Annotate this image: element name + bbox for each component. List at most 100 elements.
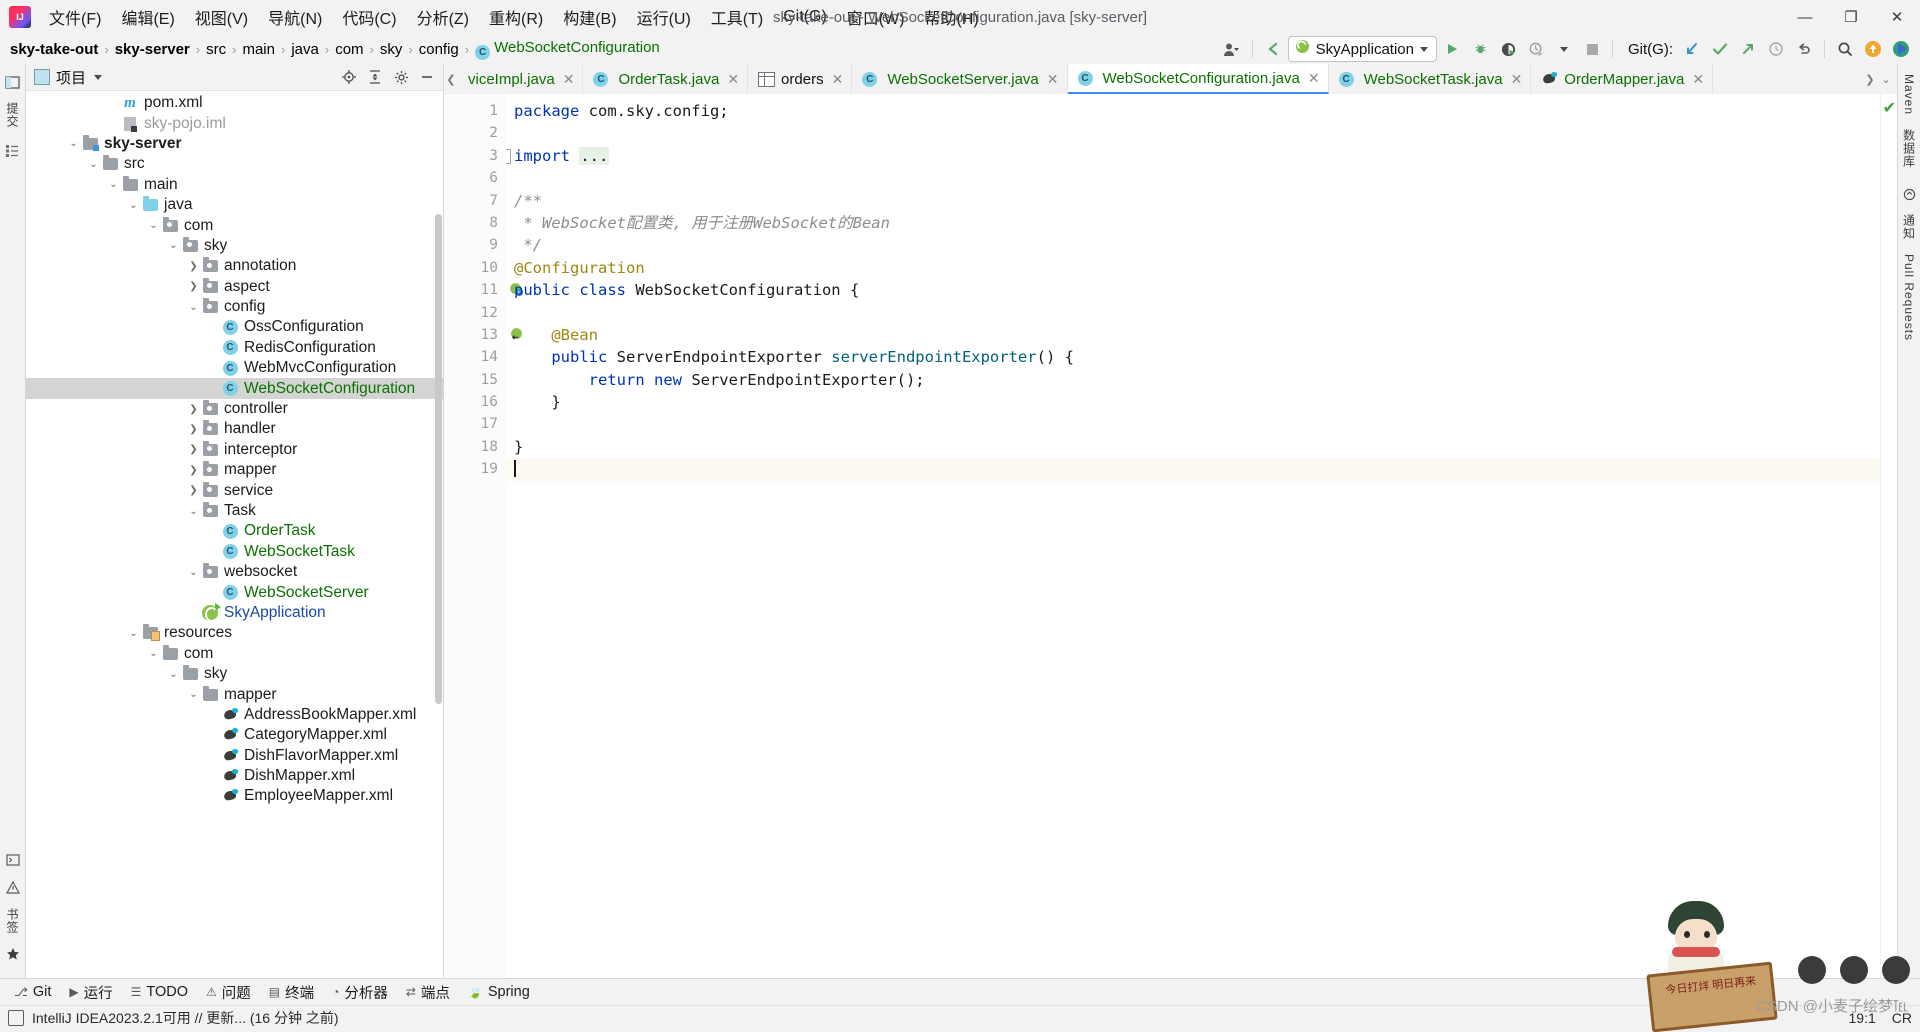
tree-item[interactable]: ⌄ sky (26, 236, 443, 256)
line-number[interactable]: 16 (444, 391, 506, 413)
chevron-down-icon[interactable]: ⌄ (166, 236, 181, 256)
stop-button[interactable] (1579, 37, 1605, 61)
bottom-tool-Git[interactable]: ⎇ Git (6, 982, 59, 1002)
chevron-right-icon[interactable]: ❯ (186, 399, 201, 419)
rollback-icon[interactable] (1791, 37, 1817, 61)
menu-item-help[interactable]: 帮助(H) (915, 0, 989, 34)
code-line[interactable]: } (506, 391, 1897, 413)
structure-tool-icon[interactable] (2, 138, 23, 162)
breadcrumb-item-class[interactable]: C WebSocketConfiguration (471, 38, 664, 61)
rail-label-bookmarks[interactable]: 书签 (4, 908, 21, 934)
editor-tab[interactable]: C WebSocketServer.java ✕ (852, 64, 1068, 94)
menu-item-navigate[interactable]: 导航(N) (258, 0, 332, 34)
terminal-rail-icon[interactable] (2, 848, 23, 872)
code-line[interactable]: import ... + (506, 145, 1897, 167)
chevron-down-icon[interactable]: ⌄ (186, 685, 201, 705)
tree-item[interactable]: ❯ aspect (26, 277, 443, 297)
menu-item-tools[interactable]: 工具(T) (701, 0, 773, 34)
chevron-down-icon[interactable]: ⌄ (66, 134, 81, 154)
tree-item[interactable]: ⌄ resources (26, 623, 443, 643)
chevron-down-icon[interactable]: ⌄ (186, 562, 201, 582)
menu-item-git[interactable]: Git(G) (773, 0, 837, 34)
minimize-button[interactable]: — (1782, 0, 1828, 34)
chevron-down-icon[interactable]: ⌄ (126, 623, 141, 643)
push-icon[interactable] (1735, 37, 1761, 61)
tree-item[interactable]: ❯ annotation (26, 256, 443, 276)
project-tree[interactable]: m pom.xml sky-pojo.iml ⌄ sky-server ⌄ src ⌄ main… (26, 91, 443, 978)
line-number[interactable]: 19 (444, 458, 506, 480)
editor-tab[interactable]: C OrderTask.java ✕ (583, 64, 749, 94)
tree-item[interactable]: ❯ controller (26, 399, 443, 419)
run-configuration-selector[interactable]: SkyApplication (1287, 36, 1437, 62)
close-tab-icon[interactable]: ✕ (830, 71, 844, 88)
tree-item[interactable]: AddressBookMapper.xml (26, 705, 443, 725)
rail-label-notifications[interactable]: 通知 (1901, 214, 1918, 240)
menu-item-edit[interactable]: 编辑(E) (111, 0, 184, 34)
tree-item[interactable]: ❯ interceptor (26, 440, 443, 460)
close-tab-icon[interactable]: ✕ (1690, 71, 1704, 88)
code-line[interactable]: public ServerEndpointExporter serverEndp… (506, 346, 1897, 368)
tree-item[interactable]: DishMapper.xml (26, 766, 443, 786)
close-tab-icon[interactable]: ✕ (1306, 70, 1320, 87)
bookmark-star-icon[interactable] (2, 942, 23, 966)
breadcrumb-item-6[interactable]: sky (376, 40, 407, 59)
tree-item[interactable]: ❯ mapper (26, 460, 443, 480)
line-number[interactable]: 12 (444, 302, 506, 324)
code-line[interactable] (506, 302, 1897, 324)
tree-item[interactable]: sky-pojo.iml (26, 113, 443, 133)
chevron-down-icon[interactable]: ⌄ (166, 664, 181, 684)
line-number[interactable]: 18 (444, 436, 506, 458)
profiler-button[interactable] (1523, 37, 1549, 61)
tree-item[interactable]: ⌄ java (26, 195, 443, 215)
menu-item-refactor[interactable]: 重构(R) (479, 0, 553, 34)
tree-item[interactable]: C WebSocketTask (26, 542, 443, 562)
problems-rail-icon[interactable] (2, 876, 23, 900)
close-tab-icon[interactable]: ✕ (725, 71, 739, 88)
notifications-icon[interactable] (1899, 182, 1920, 206)
code-line[interactable]: * WebSocket配置类, 用于注册WebSocket的Bean (506, 212, 1897, 234)
chevron-down-icon[interactable]: ⌄ (186, 297, 201, 317)
line-separator[interactable]: CR (1892, 1010, 1912, 1026)
line-number[interactable]: 14 (444, 346, 506, 368)
run-with-coverage-button[interactable] (1495, 37, 1521, 61)
menu-item-view[interactable]: 视图(V) (185, 0, 258, 34)
tab-scroll-right-icon[interactable]: ❯ (1863, 73, 1877, 86)
editor-tab[interactable]: viceImpl.java ✕ (458, 64, 584, 94)
close-button[interactable]: ✕ (1874, 0, 1920, 34)
tree-item[interactable]: ⌄ Task (26, 501, 443, 521)
bottom-tool-运行[interactable]: ▶ 运行 (61, 980, 120, 1005)
code-line[interactable]: } (506, 436, 1897, 458)
code-line[interactable] (506, 122, 1897, 144)
fold-expand-icon[interactable]: + (506, 148, 511, 164)
maximize-button[interactable]: ❐ (1828, 0, 1874, 34)
bottom-tool-端点[interactable]: ⇄ 端点 (398, 980, 458, 1005)
chevron-right-icon[interactable]: ❯ (186, 419, 201, 439)
tree-item[interactable]: ⌄ src (26, 154, 443, 174)
tree-item[interactable]: ❯ service (26, 480, 443, 500)
code-editor[interactable]: 1 2 3 6 7 8 9 10 11 c 12 13 14 15 16 17 18 19 package com… (444, 94, 1897, 978)
tree-item[interactable]: C WebMvcConfiguration (26, 358, 443, 378)
code-line[interactable]: */ (506, 234, 1897, 256)
line-number[interactable]: 15 (444, 369, 506, 391)
editor-gutter[interactable]: 1 2 3 6 7 8 9 10 11 c 12 13 14 15 16 17 18 19 (444, 94, 524, 978)
line-number[interactable]: 7 (444, 190, 506, 212)
tree-item[interactable]: C WebSocketConfiguration (26, 378, 443, 399)
editor-tab[interactable]: C WebSocketConfiguration.java ✕ (1067, 64, 1329, 94)
breadcrumb-item-5[interactable]: com (331, 40, 367, 59)
chevron-right-icon[interactable]: ❯ (186, 277, 201, 297)
editor-code[interactable]: package com.sky.config; import ... + /** * … (506, 94, 1897, 978)
chevron-down-icon[interactable]: ⌄ (106, 175, 121, 195)
line-number[interactable]: 10 (444, 257, 506, 279)
collapse-all-icon[interactable] (363, 66, 387, 88)
line-number[interactable]: 8 (444, 212, 506, 234)
tree-item[interactable]: ⌄ websocket (26, 562, 443, 582)
chevron-down-icon[interactable] (94, 74, 103, 80)
code-line[interactable]: return new ServerEndpointExporter(); (506, 369, 1897, 391)
rail-label-maven[interactable]: Maven (1902, 74, 1916, 115)
tab-list-icon[interactable]: ⌄ (1879, 73, 1893, 86)
gear-icon[interactable] (389, 66, 413, 88)
search-icon[interactable] (1832, 37, 1858, 61)
tree-item[interactable]: m pom.xml (26, 93, 443, 113)
close-tab-icon[interactable]: ✕ (561, 71, 575, 88)
tree-item[interactable]: CategoryMapper.xml (26, 725, 443, 745)
